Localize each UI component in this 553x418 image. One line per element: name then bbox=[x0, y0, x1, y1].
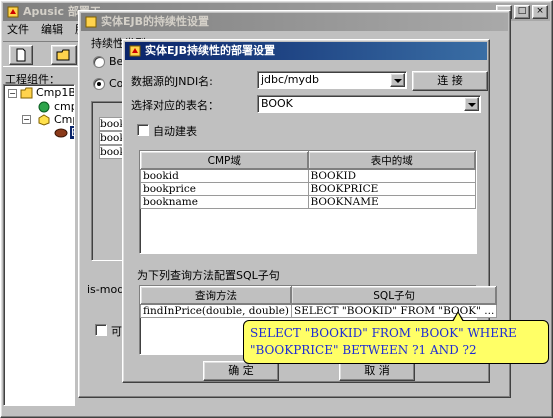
new-file-icon bbox=[16, 48, 26, 62]
tree-cmp-2[interactable]: Cmp bbox=[54, 113, 74, 126]
sql-tooltip: SELECT "BOOKID" FROM "BOOK" WHERE "BOOKP… bbox=[243, 311, 549, 364]
cmp-mapping-table[interactable]: CMP域 表中的域 bookid BOOKID bookprice BOOKPR… bbox=[139, 150, 477, 254]
table-name-label: 选择对应的表名： bbox=[131, 99, 219, 112]
sql-clause-cell[interactable]: SELECT "BOOKID" FROM "BOOK" ... bbox=[291, 304, 498, 318]
main-bottom-bar bbox=[3, 407, 552, 417]
reentrant-checkbox[interactable] bbox=[95, 324, 107, 336]
auto-create-checkbox[interactable] bbox=[137, 124, 149, 136]
tree-folder-icon bbox=[20, 87, 33, 99]
cmp-field-header[interactable]: CMP域 bbox=[140, 151, 309, 170]
open-folder-icon bbox=[56, 49, 70, 61]
tree-cmp[interactable]: cmp bbox=[54, 100, 74, 113]
cmp-field-cell[interactable]: bookprice bbox=[140, 182, 309, 196]
bean-icon bbox=[54, 128, 68, 138]
component-icon bbox=[38, 101, 50, 113]
connect-button[interactable]: 连 接 bbox=[412, 71, 488, 91]
project-tree[interactable]: − Cmp1Bo cmp − Cmp E bbox=[3, 84, 75, 406]
tree-collapse-icon[interactable]: − bbox=[8, 89, 17, 98]
jndi-value: jdbc/mydb bbox=[261, 73, 319, 86]
jndi-combobox[interactable]: jdbc/mydb bbox=[257, 71, 407, 89]
persistence-title: 实体EJB的持续性设置 bbox=[101, 15, 209, 28]
cancel-button[interactable]: 取 消 bbox=[339, 361, 415, 381]
open-folder-button[interactable] bbox=[51, 45, 77, 65]
sql-clause-header[interactable]: SQL子句 bbox=[291, 286, 498, 305]
query-method-header[interactable]: 查询方法 bbox=[139, 286, 293, 305]
table-field-cell[interactable]: BOOKNAME bbox=[307, 195, 476, 209]
deploy-title: 实体EJB持续性的部署设置 bbox=[145, 44, 275, 57]
tree-collapse-icon-2[interactable]: − bbox=[22, 115, 31, 124]
menu-edit[interactable]: 编辑 bbox=[41, 22, 63, 38]
jndi-label: 数据源的JNDI名: bbox=[131, 75, 213, 88]
table-row[interactable]: bookprice BOOKPRICE bbox=[140, 182, 476, 196]
app-icon bbox=[7, 6, 19, 18]
menu-file[interactable]: 文件 bbox=[7, 22, 29, 38]
table-row[interactable]: findInPrice(double, double) SELECT "BOOK… bbox=[139, 304, 498, 318]
table-field-cell[interactable]: BOOKPRICE bbox=[307, 182, 476, 196]
table-field-header[interactable]: 表中的域 bbox=[307, 151, 476, 170]
chevron-down-icon[interactable] bbox=[464, 97, 479, 111]
new-file-button[interactable] bbox=[9, 45, 33, 65]
table-row[interactable]: bookid BOOKID bbox=[140, 169, 476, 183]
table-row[interactable]: bookname BOOKNAME bbox=[140, 195, 476, 209]
ok-button[interactable]: 确 定 bbox=[203, 361, 279, 381]
cmp-field-cell[interactable]: bookid bbox=[140, 169, 309, 183]
app-icon bbox=[85, 16, 97, 28]
table-name-value: BOOK bbox=[261, 97, 293, 110]
query-method-cell[interactable]: findInPrice(double, double) bbox=[139, 304, 293, 318]
radio-bean-managed[interactable] bbox=[93, 56, 105, 68]
deploy-titlebar[interactable]: 实体EJB持续性的部署设置 bbox=[125, 42, 487, 60]
maximize-icon[interactable]: □ bbox=[514, 5, 530, 19]
tree-entity[interactable]: E bbox=[70, 126, 74, 139]
cmp-field-cell[interactable]: bookname bbox=[140, 195, 309, 209]
table-name-combobox[interactable]: BOOK bbox=[257, 95, 481, 113]
persistence-titlebar[interactable]: 实体EJB的持续性设置 bbox=[81, 13, 508, 31]
auto-create-label: 自动建表 bbox=[153, 125, 197, 138]
close-icon[interactable]: × bbox=[532, 5, 548, 19]
tree-root[interactable]: Cmp1Bo bbox=[36, 86, 74, 99]
table-field-cell[interactable]: BOOKID bbox=[307, 169, 476, 183]
radio-container-managed[interactable] bbox=[93, 78, 105, 90]
app-icon bbox=[129, 45, 141, 57]
toolbar bbox=[3, 41, 83, 67]
sql-section-label: 为下列查询方法配置SQL子句 bbox=[137, 269, 280, 282]
component-icon bbox=[38, 114, 50, 126]
chevron-down-icon[interactable] bbox=[390, 73, 405, 87]
